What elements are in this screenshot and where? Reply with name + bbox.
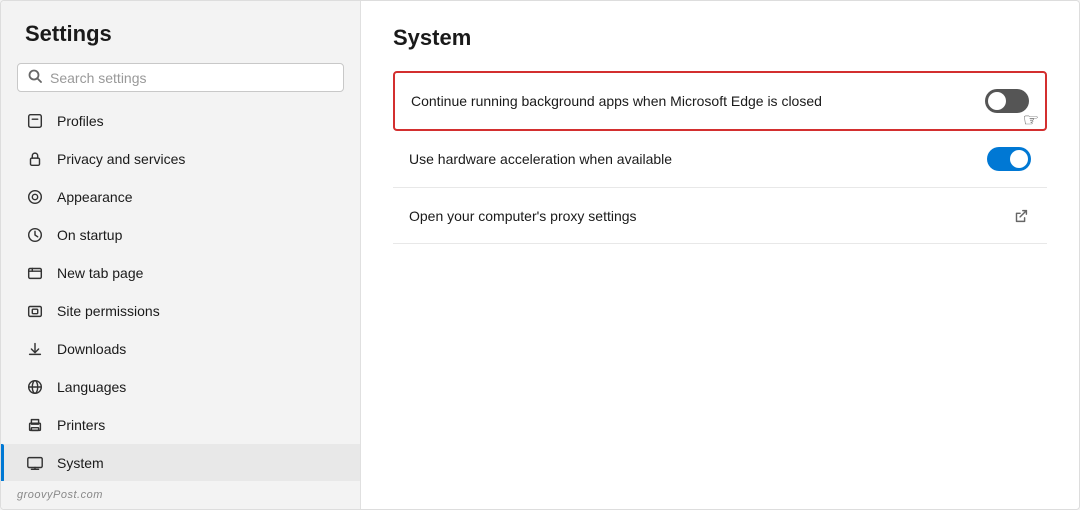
- main-content: System Continue running background apps …: [361, 1, 1079, 509]
- privacy-icon: [25, 149, 45, 169]
- sidebar-item-privacy[interactable]: Privacy and services: [1, 140, 360, 178]
- startup-icon: [25, 225, 45, 245]
- sidebar-label-profiles: Profiles: [57, 113, 104, 129]
- sidebar-item-startup[interactable]: On startup: [1, 216, 360, 254]
- sidebar-label-appearance: Appearance: [57, 189, 133, 205]
- sidebar-label-downloads: Downloads: [57, 341, 126, 357]
- sidebar-label-startup: On startup: [57, 227, 122, 243]
- sidebar-item-printers[interactable]: Printers: [1, 406, 360, 444]
- sidebar-item-permissions[interactable]: Site permissions: [1, 292, 360, 330]
- printers-icon: [25, 415, 45, 435]
- toggle-slider-hardware-acceleration[interactable]: [987, 147, 1031, 171]
- sidebar-label-newtab: New tab page: [57, 265, 143, 281]
- toggle-background-apps[interactable]: [985, 89, 1029, 113]
- sidebar-label-printers: Printers: [57, 417, 105, 433]
- sidebar-label-permissions: Site permissions: [57, 303, 160, 319]
- nav-list: Profiles Privacy and services Appearance…: [1, 102, 360, 481]
- sidebar-label-system: System: [57, 455, 104, 471]
- toggle-hardware-acceleration[interactable]: [987, 147, 1031, 171]
- sidebar-item-newtab[interactable]: New tab page: [1, 254, 360, 292]
- newtab-icon: [25, 263, 45, 283]
- appearance-icon: [25, 187, 45, 207]
- search-input[interactable]: [50, 70, 333, 86]
- watermark: groovyPost.com: [1, 481, 360, 509]
- sidebar: Settings Profiles Pri: [1, 1, 361, 509]
- toggle-slider-background-apps[interactable]: [985, 89, 1029, 113]
- languages-icon: [25, 377, 45, 397]
- system-icon: [25, 453, 45, 473]
- page-title: System: [393, 25, 1047, 51]
- downloads-icon: [25, 339, 45, 359]
- sidebar-title: Settings: [1, 9, 360, 57]
- setting-label-proxy: Open your computer's proxy settings: [409, 208, 637, 224]
- sidebar-item-downloads[interactable]: Downloads: [1, 330, 360, 368]
- setting-label-hardware-acceleration: Use hardware acceleration when available: [409, 151, 672, 167]
- setting-label-background-apps: Continue running background apps when Mi…: [411, 93, 822, 109]
- setting-row-background-apps: Continue running background apps when Mi…: [393, 71, 1047, 131]
- settings-window: Settings Profiles Pri: [0, 0, 1080, 510]
- sidebar-label-privacy: Privacy and services: [57, 151, 185, 167]
- sidebar-item-system[interactable]: System: [1, 444, 360, 481]
- sidebar-label-languages: Languages: [57, 379, 126, 395]
- sidebar-item-appearance[interactable]: Appearance: [1, 178, 360, 216]
- setting-row-proxy: Open your computer's proxy settings: [393, 188, 1047, 244]
- sidebar-item-profiles[interactable]: Profiles: [1, 102, 360, 140]
- permissions-icon: [25, 301, 45, 321]
- search-box[interactable]: [17, 63, 344, 92]
- external-link-icon[interactable]: [1011, 206, 1031, 226]
- search-icon: [28, 69, 42, 86]
- sidebar-item-languages[interactable]: Languages: [1, 368, 360, 406]
- settings-section: Continue running background apps when Mi…: [393, 71, 1047, 244]
- setting-row-hardware-acceleration: Use hardware acceleration when available: [393, 131, 1047, 188]
- profile-icon: [25, 111, 45, 131]
